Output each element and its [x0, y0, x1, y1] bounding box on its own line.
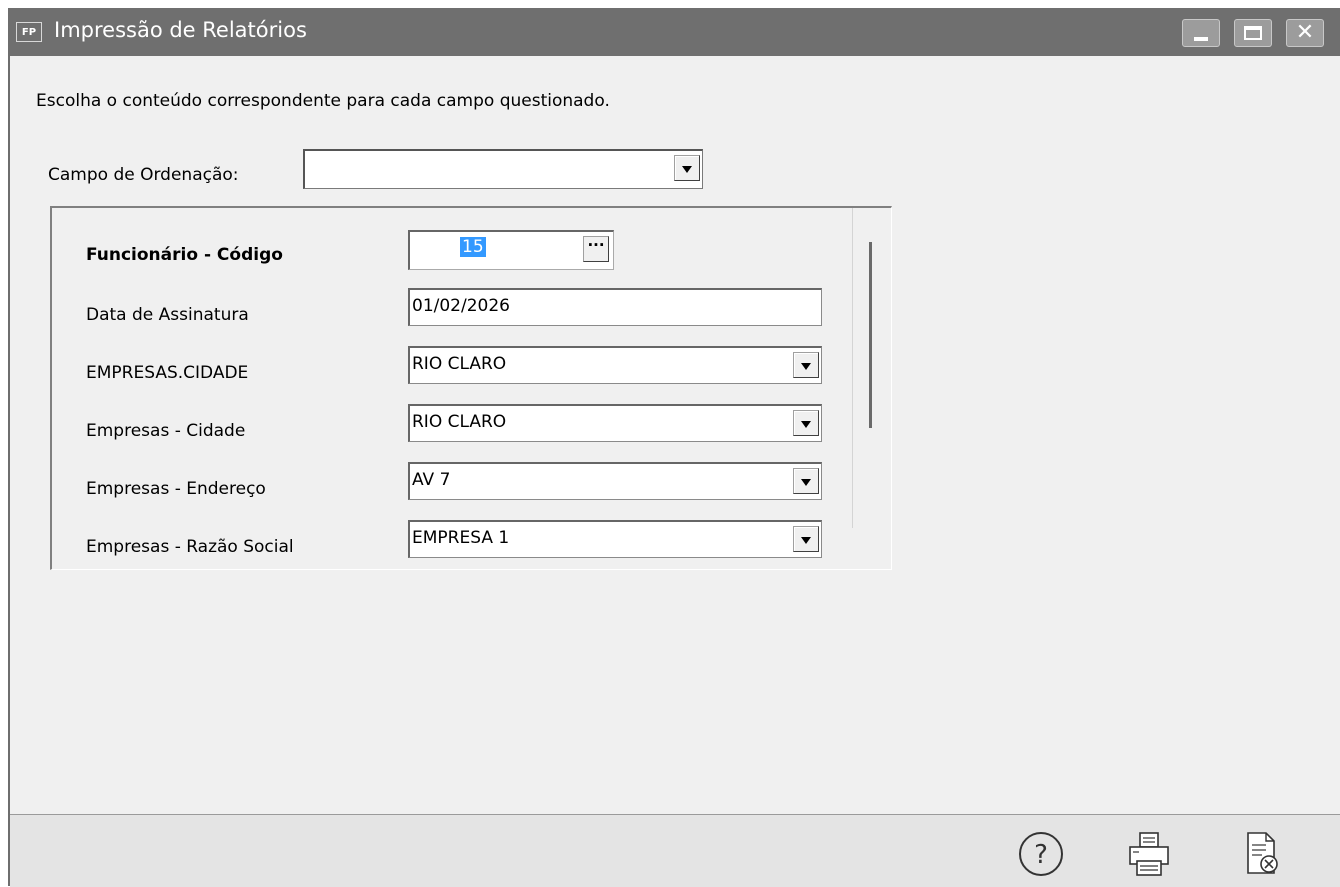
empresas-cidade-dropdown[interactable] [793, 410, 819, 436]
empresas-cidade-upper-combo[interactable]: RIO CLARO [408, 346, 822, 384]
empresas-cidade-upper-label: EMPRESAS.CIDADE [86, 363, 249, 383]
empresas-cidade-upper-dropdown[interactable] [793, 352, 819, 378]
minimize-icon [1194, 37, 1208, 41]
empresas-cidade-combo[interactable]: RIO CLARO [408, 404, 822, 442]
minimize-button[interactable] [1182, 19, 1220, 47]
empresas-razao-social-dropdown[interactable] [793, 526, 819, 552]
employee-code-label: Funcionário - Código [86, 245, 283, 265]
ordering-field-combo[interactable] [303, 149, 703, 189]
empresas-endereco-value: AV 7 [412, 470, 451, 490]
empresas-endereco-label: Empresas - Endereço [86, 479, 266, 499]
svg-text:?: ? [1034, 840, 1048, 870]
employee-code-input[interactable]: 15 ··· [408, 230, 614, 270]
parameters-panel: Funcionário - Código 15 ··· Data de Assi… [50, 206, 892, 570]
signature-date-label: Data de Assinatura [86, 305, 249, 325]
cancel-report-icon [1247, 832, 1278, 874]
empresas-razao-social-value: EMPRESA 1 [412, 528, 510, 548]
scrollbar-track [852, 208, 853, 528]
employee-code-value: 15 [460, 237, 486, 257]
employee-lookup-button[interactable]: ··· [583, 236, 609, 262]
footer-toolbar: ? [10, 814, 1340, 887]
print-button[interactable] [1124, 829, 1174, 879]
instructions-text: Escolha o conteúdo correspondente para c… [36, 91, 610, 111]
signature-date-input[interactable]: 01/02/2026 [408, 288, 822, 326]
signature-date-value: 01/02/2026 [412, 296, 510, 316]
maximize-button[interactable] [1234, 19, 1272, 47]
scrollbar-thumb[interactable] [869, 242, 872, 428]
help-button[interactable]: ? [1016, 829, 1066, 879]
help-icon: ? [1019, 832, 1063, 876]
empresas-endereco-combo[interactable]: AV 7 [408, 462, 822, 500]
close-icon: ✕ [1295, 20, 1315, 45]
ordering-field-label: Campo de Ordenação: [48, 165, 239, 185]
empresas-razao-social-label: Empresas - Razão Social [86, 537, 294, 557]
empresas-cidade-upper-value: RIO CLARO [412, 354, 507, 374]
empresas-cidade-label: Empresas - Cidade [86, 421, 246, 441]
empresas-endereco-dropdown[interactable] [793, 468, 819, 494]
title-bar[interactable]: FP Impressão de Relatórios ✕ [10, 8, 1340, 56]
print-icon [1129, 832, 1169, 876]
window-title: Impressão de Relatórios [54, 18, 307, 42]
empresas-cidade-value: RIO CLARO [412, 412, 507, 432]
report-print-window: FP Impressão de Relatórios ✕ Escolha o c… [8, 8, 1340, 887]
maximize-icon [1244, 26, 1262, 40]
close-button[interactable]: ✕ [1286, 19, 1324, 47]
ordering-dropdown-button[interactable] [674, 155, 700, 181]
app-icon: FP [16, 22, 42, 42]
cancel-report-button[interactable] [1236, 829, 1286, 879]
empresas-razao-social-combo[interactable]: EMPRESA 1 [408, 520, 822, 558]
